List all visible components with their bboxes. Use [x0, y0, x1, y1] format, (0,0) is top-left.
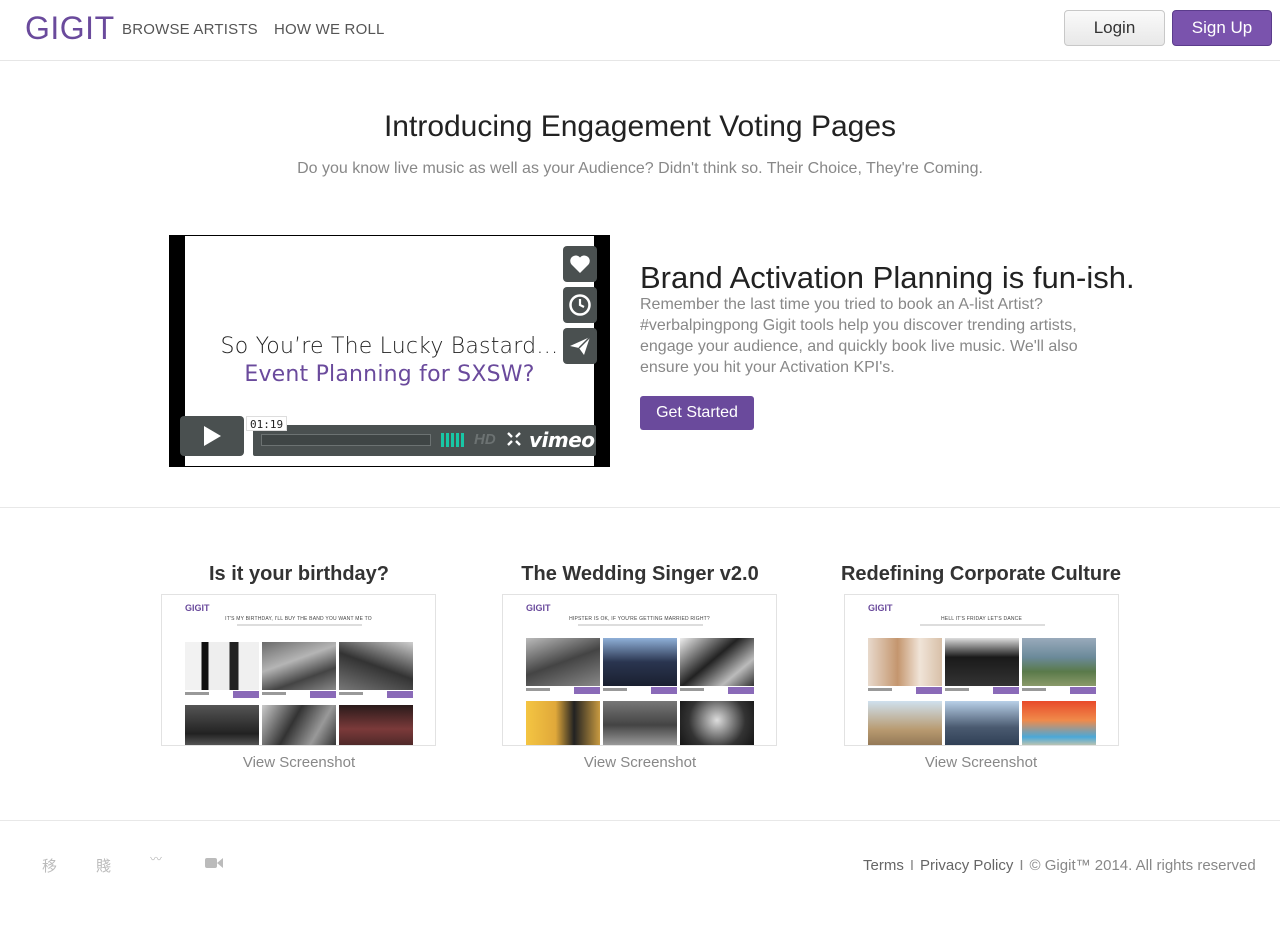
- footer-separator: I: [1019, 857, 1024, 874]
- view-screenshot-corporate[interactable]: View Screenshot: [816, 754, 1146, 771]
- nav-browse-artists[interactable]: BROWSE ARTISTS: [122, 21, 258, 38]
- artist-photo: [603, 701, 677, 745]
- privacy-policy-link[interactable]: Privacy Policy: [920, 857, 1013, 874]
- player-controls: HD vimeo: [253, 425, 596, 456]
- card-thumbnail-corporate[interactable]: GIGIT HELL IT'S FRIDAY LET'S DANCE: [844, 594, 1119, 746]
- login-button[interactable]: Login: [1064, 10, 1165, 46]
- card-title-wedding: The Wedding Singer v2.0: [521, 563, 759, 585]
- video-title-line: So You’re The Lucky Bastard…: [220, 334, 559, 359]
- hero-title: Introducing Engagement Voting Pages: [383, 110, 897, 143]
- thumbnail-heading: HELL IT'S FRIDAY LET'S DANCE: [940, 616, 1023, 622]
- feature-body: Remember the last time you tried to book…: [640, 296, 1078, 376]
- footer-links: Terms I Privacy Policy I © Gigit™ 2014. All …: [863, 857, 1256, 874]
- artist-photo: [868, 638, 942, 686]
- section-divider: [0, 507, 1280, 508]
- card-thumbnail-birthday[interactable]: GIGIT IT'S MY BIRTHDAY, I'LL BUY THE BAN…: [161, 594, 436, 746]
- video-subtitle-line: Event Planning for SXSW?: [244, 362, 535, 387]
- play-button[interactable]: [180, 416, 244, 456]
- card-thumbnail-wedding[interactable]: GIGIT HIPSTER IS OK, IF YOU'RE GETTING M…: [502, 594, 777, 746]
- time-tooltip: 01:19: [246, 416, 288, 431]
- artist-photo: [526, 638, 600, 686]
- like-button[interactable]: [563, 246, 597, 282]
- view-screenshot-wedding[interactable]: View Screenshot: [475, 754, 805, 771]
- footer-divider: [0, 820, 1280, 821]
- paper-plane-icon: [570, 336, 591, 355]
- copyright-text: © Gigit™ 2014. All rights reserved: [1029, 857, 1256, 874]
- heart-icon: [570, 255, 590, 273]
- play-icon: [204, 426, 221, 446]
- facebook-icon[interactable]: 賤: [96, 855, 111, 876]
- view-screenshot-birthday[interactable]: View Screenshot: [134, 754, 464, 771]
- artist-photo: [945, 701, 1019, 745]
- clock-icon: [569, 294, 591, 316]
- twitter-icon[interactable]: 移: [42, 855, 57, 876]
- artist-photo: [262, 642, 336, 690]
- artist-photo: [1022, 701, 1096, 745]
- vimeo-logo[interactable]: vimeo: [529, 428, 595, 452]
- artist-photo: [1022, 638, 1096, 686]
- top-navbar: GIGIT BROWSE ARTISTS HOW WE ROLL Login S…: [0, 0, 1280, 61]
- card-title-corporate: Redefining Corporate Culture: [840, 563, 1121, 585]
- thumbnail-heading: IT'S MY BIRTHDAY, I'LL BUY THE BAND YOU …: [225, 616, 372, 622]
- soundcloud-icon[interactable]: 〰: [150, 850, 162, 867]
- volume-control[interactable]: [441, 433, 464, 447]
- share-button[interactable]: [563, 328, 597, 364]
- watch-later-button[interactable]: [563, 287, 597, 323]
- video-camera-icon[interactable]: [205, 856, 223, 875]
- artist-photo: [185, 642, 259, 690]
- thumbnail-logo: GIGIT: [185, 603, 210, 613]
- thumbnail-logo: GIGIT: [868, 603, 893, 613]
- artist-photo: [262, 705, 336, 745]
- artist-photo: [526, 701, 600, 745]
- hero-subtitle: Do you know live music as well as your A…: [297, 160, 983, 177]
- thumbnail-logo: GIGIT: [526, 603, 551, 613]
- artist-photo: [868, 701, 942, 745]
- feature-title: Brand Activation Planning is fun-ish.: [640, 260, 1135, 295]
- terms-link[interactable]: Terms: [863, 857, 904, 874]
- hd-toggle[interactable]: HD: [474, 431, 496, 448]
- nav-how-we-roll[interactable]: HOW WE ROLL: [274, 21, 385, 38]
- thumbnail-heading: HIPSTER IS OK, IF YOU'RE GETTING MARRIED…: [569, 616, 710, 622]
- card-title-birthday: Is it your birthday?: [208, 563, 390, 585]
- progress-bar[interactable]: [261, 434, 431, 446]
- artist-photo: [603, 638, 677, 686]
- artist-photo: [680, 701, 754, 745]
- get-started-button[interactable]: Get Started: [640, 396, 754, 430]
- brand-logo[interactable]: GIGIT: [25, 10, 115, 47]
- fullscreen-icon: [507, 432, 521, 446]
- footer-separator: I: [909, 857, 915, 874]
- artist-photo: [945, 638, 1019, 686]
- signup-button[interactable]: Sign Up: [1172, 10, 1272, 46]
- artist-photo: [185, 705, 259, 745]
- artist-photo: [680, 638, 754, 686]
- artist-photo: [339, 705, 413, 745]
- fullscreen-button[interactable]: [507, 432, 521, 451]
- artist-photo: [339, 642, 413, 690]
